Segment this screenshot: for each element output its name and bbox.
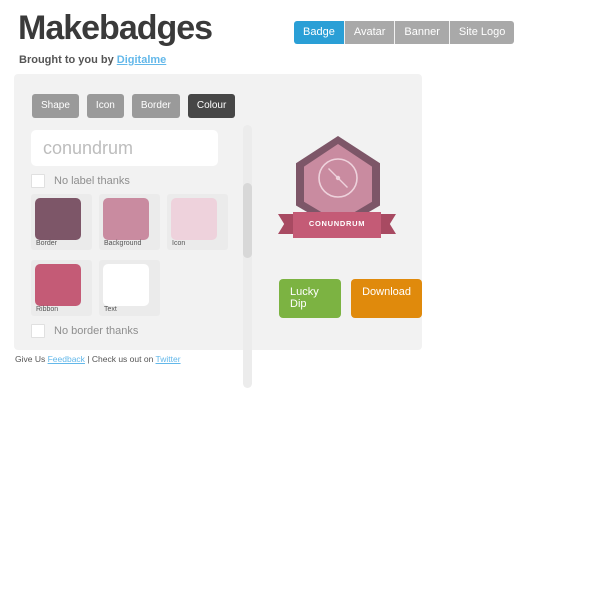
- swatch-text-label: Text: [104, 306, 117, 313]
- swatch-border-chip[interactable]: [35, 198, 81, 240]
- swatch-background-chip[interactable]: [103, 198, 149, 240]
- swatch-icon-chip[interactable]: [171, 198, 217, 240]
- feedback-link[interactable]: Feedback: [48, 354, 85, 364]
- swatch-ribbon-chip[interactable]: [35, 264, 81, 306]
- download-button[interactable]: Download: [351, 279, 422, 318]
- swatch-border[interactable]: Border: [31, 194, 92, 250]
- footer: Give Us Feedback | Check us out on Twitt…: [15, 354, 181, 364]
- nav-item-site-logo[interactable]: Site Logo: [449, 21, 515, 44]
- swatch-text-chip[interactable]: [103, 264, 149, 306]
- controls-scrollbar-track[interactable]: [243, 125, 252, 388]
- editor-tab-bar: Shape Icon Border Colour: [32, 94, 236, 118]
- editor-panel: Shape Icon Border Colour No label thanks…: [14, 74, 422, 388]
- tab-icon[interactable]: Icon: [86, 94, 124, 118]
- nav-item-badge[interactable]: Badge: [294, 21, 345, 44]
- editor-controls-column: Shape Icon Border Colour No label thanks…: [14, 74, 242, 350]
- badge-preview: CONUNDRUM: [278, 136, 396, 244]
- controls-scrollbar-thumb[interactable]: [243, 183, 252, 258]
- footer-give-us-text: Give Us: [15, 354, 48, 364]
- nav-item-avatar[interactable]: Avatar: [344, 21, 396, 44]
- tab-border[interactable]: Border: [131, 94, 180, 118]
- nav-item-banner[interactable]: Banner: [395, 21, 450, 44]
- top-nav: Badge Avatar Banner Site Logo: [294, 21, 515, 44]
- ribbon-band: CONUNDRUM: [293, 212, 381, 238]
- no-border-checkbox-row[interactable]: No border thanks: [31, 324, 138, 338]
- no-border-checkbox-label: No border thanks: [54, 325, 139, 337]
- swatch-icon[interactable]: Icon: [167, 194, 228, 250]
- page-header: Makebadges Brought to you by Digitalme B…: [0, 0, 600, 74]
- ribbon-text: CONUNDRUM: [308, 219, 366, 228]
- swatch-background[interactable]: Background: [99, 194, 160, 250]
- no-label-checkbox-row[interactable]: No label thanks: [31, 174, 130, 188]
- compass-icon: [318, 158, 358, 198]
- digitalme-link[interactable]: Digitalme: [117, 54, 167, 66]
- swatch-border-label: Border: [36, 240, 58, 247]
- swatch-icon-label: Icon: [172, 240, 186, 247]
- badge-label-input[interactable]: [31, 130, 218, 166]
- page-title: Makebadges: [18, 9, 213, 47]
- preview-action-buttons: Lucky Dip Download: [279, 279, 422, 318]
- lucky-dip-button[interactable]: Lucky Dip: [279, 279, 342, 318]
- swatch-text[interactable]: Text: [99, 260, 160, 316]
- colour-swatch-grid: Border Background Icon Ribbon Text: [31, 194, 231, 319]
- swatch-ribbon-label: Ribbon: [36, 306, 59, 313]
- tagline-prefix: Brought to you by: [19, 54, 117, 66]
- tagline: Brought to you by Digitalme: [19, 54, 166, 66]
- badge-preview-column: CONUNDRUM Lucky Dip Download: [254, 74, 422, 350]
- no-border-checkbox[interactable]: [31, 324, 45, 338]
- badge-ribbon: CONUNDRUM: [278, 212, 396, 238]
- tab-shape[interactable]: Shape: [32, 94, 79, 118]
- footer-separator-text: | Check us out on: [84, 354, 156, 364]
- no-label-checkbox-label: No label thanks: [54, 175, 130, 187]
- no-label-checkbox[interactable]: [31, 174, 45, 188]
- twitter-link[interactable]: Twitter: [156, 354, 181, 364]
- tab-colour[interactable]: Colour: [187, 94, 236, 118]
- swatch-ribbon[interactable]: Ribbon: [31, 260, 92, 316]
- swatch-background-label: Background: [104, 240, 142, 247]
